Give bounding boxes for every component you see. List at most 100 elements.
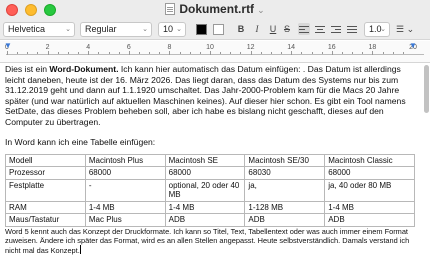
ruler-tick <box>270 52 272 54</box>
chevron-down-icon[interactable]: ⌄ <box>257 5 265 15</box>
table-cell[interactable]: ADB <box>164 213 246 227</box>
ruler-number: 10 <box>206 44 214 51</box>
table-cell[interactable]: ja, <box>244 178 326 202</box>
intro-bold-text: Word-Dokument. <box>49 64 119 74</box>
paragraph-intro: Dies ist ein Word-Dokument. Ich kann hie… <box>5 64 417 127</box>
ruler-tick <box>57 52 59 54</box>
ruler-tick <box>67 52 69 54</box>
font-family-value: Helvetica <box>8 24 46 34</box>
table-cell[interactable]: ja, 40 oder 80 MB <box>324 178 415 202</box>
table-cell[interactable]: Macintosh Plus <box>84 153 166 167</box>
table-cell[interactable]: Macintosh SE <box>164 153 246 167</box>
ruler-tick <box>352 52 354 54</box>
table-cell[interactable]: 68000 <box>324 166 415 180</box>
table-cell[interactable]: Macintosh SE/30 <box>244 153 326 167</box>
text-cursor <box>79 244 81 254</box>
ruler[interactable]: 0 2 4 6 8 10 12 14 16 18 20 ▼ ▼ <box>0 41 430 63</box>
list-bullets-button[interactable]: ☰ ⌄ <box>396 23 418 36</box>
table-cell[interactable]: ADB <box>324 213 415 227</box>
ruler-tick <box>88 51 90 55</box>
ruler-tick <box>128 51 130 55</box>
ruler-tick <box>179 52 181 54</box>
intro-text-start: Dies ist ein <box>5 64 50 74</box>
table-cell[interactable]: Modell <box>5 153 86 167</box>
textedit-window: Dokument.rtf ⌄ Helvetica ⌄ Regular ⌄ 10 ⌄… <box>0 0 430 273</box>
strikethrough-button[interactable]: S <box>282 23 292 36</box>
line-spacing-select[interactable]: 1.0 ⌄ <box>364 22 390 37</box>
italic-button[interactable]: I <box>252 23 262 36</box>
ruler-tick <box>311 52 313 54</box>
table-row: Prozessor 68000 68000 68030 68000 <box>5 166 415 180</box>
hardware-table[interactable]: Modell Macintosh Plus Macintosh SE Macintos… <box>5 153 415 227</box>
ruler-tick <box>159 52 161 54</box>
ruler-tick <box>291 51 293 55</box>
table-cell[interactable]: Mac Plus <box>84 213 166 227</box>
highlight-color-swatch[interactable] <box>213 24 224 35</box>
bold-button[interactable]: B <box>236 23 246 36</box>
align-center-icon[interactable] <box>314 23 326 35</box>
table-cell[interactable]: - <box>84 178 166 202</box>
font-size-select[interactable]: 10 ⌄ <box>158 22 186 37</box>
document-text[interactable]: Dies ist ein Word-Dokument. Ich kann hie… <box>5 64 417 255</box>
ruler-tick <box>7 51 8 55</box>
ruler-number: 8 <box>167 44 172 51</box>
ruler-tick <box>382 52 384 54</box>
ruler-tick <box>149 52 151 54</box>
table-cell[interactable]: 68000 <box>84 166 166 180</box>
table-cell[interactable]: RAM <box>5 200 86 214</box>
table-cell[interactable]: Maus/Tastatur <box>5 213 86 227</box>
ruler-tick <box>321 52 323 54</box>
text-color-swatch[interactable] <box>196 24 207 35</box>
table-cell[interactable]: ADB <box>244 213 326 227</box>
table-cell[interactable]: optional, 20 oder 40 MB <box>164 178 246 202</box>
table-cell[interactable]: 1-4 MB <box>84 200 166 214</box>
ruler-number: 4 <box>86 44 91 51</box>
chevron-down-icon: ⌄ <box>380 26 386 33</box>
ruler-number: 18 <box>368 44 377 51</box>
ruler-tick <box>331 51 333 55</box>
left-indent-marker[interactable]: ▼ <box>4 42 12 50</box>
chevron-down-icon: ⌄ <box>65 26 71 33</box>
ruler-tick <box>281 52 283 54</box>
table-row: Modell Macintosh Plus Macintosh SE Macintos… <box>5 153 415 167</box>
ruler-tick <box>37 52 39 54</box>
paragraph-table-intro: In Word kann ich eine Tabelle einfügen: <box>5 137 156 147</box>
ruler-number: 16 <box>327 44 336 51</box>
ruler-tick <box>210 51 211 55</box>
font-style-select[interactable]: Regular ⌄ <box>80 22 152 37</box>
align-justify-icon[interactable] <box>346 23 358 35</box>
table-cell[interactable]: 1-4 MB <box>324 200 415 214</box>
ruler-tick <box>240 52 242 54</box>
align-right-icon[interactable] <box>330 23 342 35</box>
title-bar: Dokument.rtf ⌄ <box>0 0 430 20</box>
ruler-tick <box>108 52 110 54</box>
ruler-tick <box>402 52 404 54</box>
document-area[interactable]: Dies ist ein Word-Dokument. Ich kann hie… <box>0 63 430 273</box>
table-cell[interactable]: 1-4 MB <box>164 200 246 214</box>
vertical-scrollbar[interactable] <box>424 65 429 113</box>
align-left-icon[interactable] <box>298 23 310 35</box>
table-cell[interactable]: 68030 <box>244 166 326 180</box>
font-family-select[interactable]: Helvetica ⌄ <box>3 22 75 37</box>
table-cell[interactable]: 1-128 MB <box>244 200 326 214</box>
ruler-tick <box>78 52 80 54</box>
ruler-tick <box>220 52 222 54</box>
window-title: Dokument.rtf <box>179 2 255 16</box>
ruler-tick <box>362 52 364 54</box>
ruler-tick <box>372 51 374 55</box>
ruler-number: 2 <box>45 44 50 51</box>
underline-button[interactable]: U <box>268 23 278 36</box>
chevron-down-icon: ⌄ <box>142 26 148 33</box>
right-indent-marker[interactable]: ▼ <box>409 42 417 50</box>
table-cell[interactable]: 68000 <box>164 166 246 180</box>
table-row: RAM 1-4 MB 1-4 MB 1-128 MB 1-4 MB <box>5 200 415 214</box>
ruler-tick <box>138 52 140 54</box>
ruler-tick <box>189 52 191 54</box>
table-cell[interactable]: Prozessor <box>5 166 86 180</box>
table-cell[interactable]: Macintosh Classic <box>324 153 415 167</box>
ruler-number: 6 <box>126 44 131 51</box>
ruler-baseline <box>6 54 424 55</box>
ruler-tick <box>301 52 303 54</box>
window-title-area[interactable]: Dokument.rtf ⌄ <box>0 2 430 16</box>
table-cell[interactable]: Festplatte <box>5 178 86 202</box>
